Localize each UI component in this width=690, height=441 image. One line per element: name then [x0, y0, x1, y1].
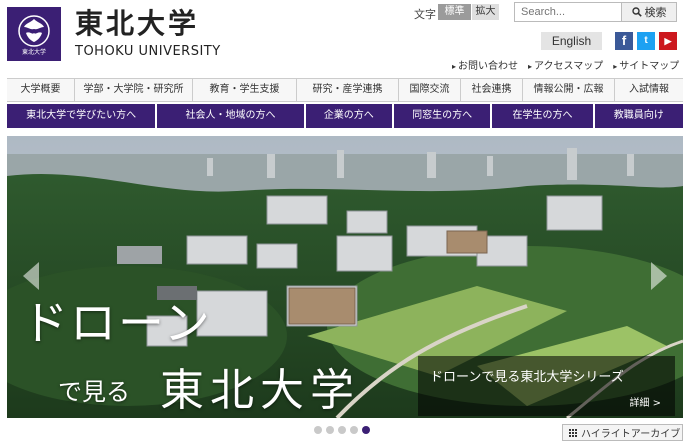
- nav-staff[interactable]: 教職員向け: [594, 104, 683, 128]
- hero-caption-title: ドローンで見る東北大学シリーズ: [430, 370, 624, 385]
- university-logo[interactable]: 東北大学: [7, 7, 61, 61]
- nav-current-students[interactable]: 在学生の方へ: [492, 104, 593, 128]
- search-input[interactable]: [514, 2, 622, 22]
- nav-companies[interactable]: 企業の方へ: [305, 104, 392, 128]
- hero-headline-miru: で見る: [58, 378, 130, 406]
- contact-link[interactable]: ▸ お問い合わせ: [452, 57, 518, 72]
- english-link[interactable]: English: [541, 32, 602, 50]
- carousel-dot[interactable]: [350, 426, 358, 434]
- carousel-indicators: [314, 426, 370, 434]
- arrow-right-icon: ▸: [452, 62, 457, 71]
- search-icon: [631, 7, 642, 17]
- primary-nav: 大学概要 学部・大学院・研究所 教育・学生支援 研究・産学連携 国際交流 社会連…: [7, 78, 683, 102]
- nav-prospective-students[interactable]: 東北大学で学びたい方へ: [7, 104, 156, 128]
- audience-nav: 東北大学で学びたい方へ 社会人・地域の方へ 企業の方へ 同窓生の方へ 在学生の方…: [7, 104, 683, 128]
- youtube-icon[interactable]: ▶: [659, 32, 677, 50]
- sitemap-link[interactable]: ▸ サイトマップ: [613, 57, 679, 72]
- carousel-next-button[interactable]: [647, 258, 671, 294]
- nav-education[interactable]: 教育・学生支援: [193, 79, 297, 101]
- nav-research[interactable]: 研究・産学連携: [297, 79, 399, 101]
- logo-caption: 東北大学: [21, 49, 46, 56]
- nav-alumni[interactable]: 同窓生の方へ: [393, 104, 491, 128]
- highlight-archive-button[interactable]: ハイライトアーカイブ: [562, 424, 683, 441]
- hero-headline-drone: ドローン: [22, 296, 212, 350]
- carousel-dot[interactable]: [314, 426, 322, 434]
- hero-detail-link[interactable]: 詳細 >: [629, 394, 661, 409]
- hero-caption[interactable]: ドローンで見る東北大学シリーズ 詳細 >: [418, 356, 675, 416]
- arrow-right-icon: ▸: [528, 62, 533, 71]
- font-size-standard-button[interactable]: 標準: [438, 4, 471, 20]
- nav-community[interactable]: 社会連携: [461, 79, 523, 101]
- nav-faculties[interactable]: 学部・大学院・研究所: [75, 79, 193, 101]
- utility-links: ▸ お問い合わせ ▸ アクセスマップ ▸ サイトマップ: [452, 57, 679, 72]
- highlight-archive-label: ハイライトアーカイブ: [581, 429, 681, 440]
- hero-headline-university: 東北大学: [160, 365, 360, 416]
- facebook-icon[interactable]: f: [615, 32, 633, 50]
- twitter-icon[interactable]: t: [637, 32, 655, 50]
- search-button[interactable]: 検索: [622, 2, 677, 22]
- access-map-link[interactable]: ▸ アクセスマップ: [528, 57, 603, 72]
- chevron-left-icon: [23, 262, 39, 290]
- nav-public[interactable]: 社会人・地域の方へ: [157, 104, 304, 128]
- nav-public-info[interactable]: 情報公開・広報: [523, 79, 615, 101]
- carousel-dot-active[interactable]: [362, 426, 370, 434]
- nav-about[interactable]: 大学概要: [7, 79, 75, 101]
- font-size-large-button[interactable]: 拡大: [472, 4, 499, 20]
- carousel-prev-button[interactable]: [19, 258, 43, 294]
- chevron-right-icon: [651, 262, 667, 290]
- grid-icon: [569, 428, 577, 437]
- nav-international[interactable]: 国際交流: [399, 79, 461, 101]
- search-button-label: 検索: [644, 6, 667, 19]
- university-name-jp: 東北大学: [75, 7, 200, 40]
- crest-icon: [18, 15, 50, 47]
- nav-admissions[interactable]: 入試情報: [615, 79, 683, 101]
- carousel-dot[interactable]: [326, 426, 334, 434]
- font-size-label: 文字: [414, 8, 436, 21]
- carousel-dot[interactable]: [338, 426, 346, 434]
- university-name-en: TOHOKU UNIVERSITY: [75, 44, 221, 59]
- arrow-right-icon: ▸: [613, 62, 618, 71]
